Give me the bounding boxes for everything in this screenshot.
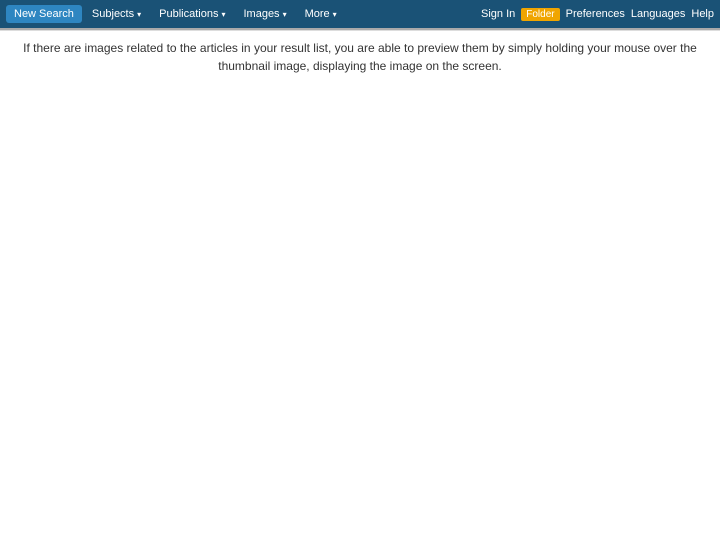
folder-link[interactable]: Folder xyxy=(521,8,559,21)
top-navigation: New Search Subjects ▾ Publications ▾ Ima… xyxy=(0,0,720,28)
help-link[interactable]: Help xyxy=(691,8,714,20)
nav-new-search[interactable]: New Search xyxy=(6,5,82,23)
publications-caret: ▾ xyxy=(221,10,225,19)
caption-text: If there are images related to the artic… xyxy=(23,41,697,73)
nav-publications[interactable]: Publications ▾ xyxy=(151,5,233,23)
sign-in-link[interactable]: Sign In xyxy=(481,8,515,20)
ebsco-logo: EBSCO xyxy=(6,28,68,30)
browser-toolbar: EBSCO Searching: Academic Search Premier… xyxy=(0,28,720,30)
bottom-caption: If there are images related to the artic… xyxy=(0,30,720,83)
more-caret: ▾ xyxy=(333,10,337,19)
subjects-caret: ▾ xyxy=(137,10,141,19)
nav-right-group: Sign In Folder Preferences Languages Hel… xyxy=(481,8,714,21)
nav-more[interactable]: More ▾ xyxy=(297,5,345,23)
preferences-link[interactable]: Preferences xyxy=(566,8,625,20)
nav-images[interactable]: Images ▾ xyxy=(235,5,294,23)
nav-subjects[interactable]: Subjects ▾ xyxy=(84,5,149,23)
screenshot-area: EBSCO Searching: Academic Search Premier… xyxy=(0,28,720,30)
languages-link[interactable]: Languages xyxy=(631,8,685,20)
images-caret: ▾ xyxy=(283,10,287,19)
